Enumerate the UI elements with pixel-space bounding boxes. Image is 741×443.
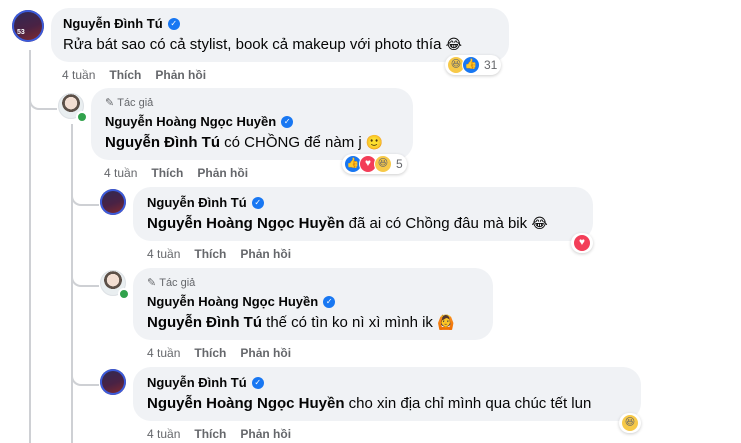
- comment-actions: 4 tuần Thích Phản hồi: [104, 166, 248, 180]
- comment-actions: 4 tuần Thích Phản hồi: [147, 247, 291, 261]
- comment-text: Nguyễn Đình Tú thế có tìn ko nì xì mình …: [147, 314, 455, 331]
- comment-author[interactable]: Nguyễn Hoàng Ngọc Huyền ✓: [105, 114, 294, 129]
- comment-bubble: Nguyễn Đình Tú ✓ Nguyễn Hoàng Ngọc Huyền…: [133, 367, 641, 421]
- comment-author[interactable]: Nguyễn Hoàng Ngọc Huyền ✓: [147, 294, 336, 309]
- thread-line-root: [29, 50, 31, 443]
- mention-link[interactable]: Nguyễn Đình Tú: [105, 134, 220, 151]
- reaction-summary[interactable]: 👍 ♥ 😆 5: [342, 154, 407, 174]
- verified-badge-icon: ✓: [323, 295, 336, 308]
- pencil-icon: ✎: [105, 97, 115, 109]
- verified-badge-icon: ✓: [167, 17, 180, 30]
- reaction-count: 31: [484, 58, 498, 72]
- like-reaction-icon: 👍: [462, 56, 480, 74]
- reply-button[interactable]: Phản hồi: [240, 427, 291, 441]
- comment-author[interactable]: Nguyễn Đình Tú ✓: [147, 195, 264, 210]
- mention-link[interactable]: Nguyễn Đình Tú: [147, 314, 262, 331]
- comment-bubble: ✎ Tác giả Nguyễn Hoàng Ngọc Huyền ✓ Nguy…: [91, 88, 413, 160]
- reaction-summary[interactable]: 😆 👍 31: [445, 55, 502, 75]
- like-button[interactable]: Thích: [194, 247, 226, 261]
- verified-badge-icon: ✓: [251, 376, 264, 389]
- reply-button[interactable]: Phản hồi: [155, 68, 206, 82]
- haha-reaction-icon: 😆: [621, 414, 639, 432]
- like-button[interactable]: Thích: [109, 68, 141, 82]
- avatar-story-ring: [100, 369, 126, 395]
- comment-time[interactable]: 4 tuần: [147, 247, 180, 261]
- comment-time[interactable]: 4 tuần: [62, 68, 95, 82]
- comment-bubble: Nguyễn Đình Tú ✓ Nguyễn Hoàng Ngọc Huyền…: [133, 187, 593, 241]
- reaction-count: 5: [396, 157, 403, 171]
- like-button[interactable]: Thích: [194, 427, 226, 441]
- mention-link[interactable]: Nguyễn Hoàng Ngọc Huyền: [147, 395, 345, 412]
- comment-bubble: ✎ Tác giả Nguyễn Hoàng Ngọc Huyền ✓ Nguy…: [133, 268, 493, 340]
- author-tag: ✎ Tác giả: [105, 96, 154, 110]
- mention-link[interactable]: Nguyễn Hoàng Ngọc Huyền: [147, 215, 345, 232]
- comment-text: Rửa bát sao có cả stylist, book cả makeu…: [63, 36, 462, 53]
- like-button[interactable]: Thích: [151, 166, 183, 180]
- avatar[interactable]: [100, 369, 126, 395]
- comment-author[interactable]: Nguyễn Đình Tú ✓: [63, 16, 180, 31]
- avatar-badge-number: 53: [17, 29, 25, 36]
- emoji: 😂: [445, 36, 462, 52]
- reply-button[interactable]: Phản hồi: [197, 166, 248, 180]
- verified-badge-icon: ✓: [251, 196, 264, 209]
- avatar[interactable]: 53: [12, 10, 44, 42]
- avatar-story-ring: [12, 10, 44, 42]
- like-button[interactable]: Thích: [194, 346, 226, 360]
- verified-badge-icon: ✓: [281, 115, 294, 128]
- comment-text: Nguyễn Hoàng Ngọc Huyền cho xin địa chỉ …: [147, 395, 592, 412]
- comment-actions: 4 tuần Thích Phản hồi: [62, 68, 206, 82]
- comment-text: Nguyễn Hoàng Ngọc Huyền đã ai có Chồng đ…: [147, 215, 548, 232]
- comment-time[interactable]: 4 tuần: [147, 427, 180, 441]
- comment-time[interactable]: 4 tuần: [104, 166, 137, 180]
- thread-curve-reply2: [71, 178, 99, 206]
- thread-curve-reply1: [29, 82, 57, 110]
- reply-button[interactable]: Phản hồi: [240, 346, 291, 360]
- comment-author[interactable]: Nguyễn Đình Tú ✓: [147, 375, 264, 390]
- comment-actions: 4 tuần Thích Phản hồi: [147, 427, 291, 441]
- reply-button[interactable]: Phản hồi: [240, 247, 291, 261]
- author-tag: ✎ Tác giả: [147, 276, 196, 290]
- pencil-icon: ✎: [147, 277, 157, 289]
- avatar[interactable]: [100, 189, 126, 215]
- comment-bubble: Nguyễn Đình Tú ✓ Rửa bát sao có cả styli…: [51, 8, 509, 62]
- reaction-summary[interactable]: ♥: [571, 233, 593, 253]
- avatar-story-ring: [100, 189, 126, 215]
- love-reaction-icon: ♥: [573, 234, 591, 252]
- comment-time[interactable]: 4 tuần: [147, 346, 180, 360]
- thread-curve-reply4: [71, 358, 99, 386]
- emoji: 🙆: [437, 314, 455, 330]
- reaction-summary[interactable]: 😆: [619, 413, 641, 433]
- online-status-dot: [76, 111, 88, 123]
- thread-curve-reply3: [71, 259, 99, 287]
- emoji: 😂: [531, 215, 548, 231]
- comment-actions: 4 tuần Thích Phản hồi: [147, 346, 291, 360]
- emoji: 🙂: [365, 134, 384, 150]
- online-status-dot: [118, 288, 130, 300]
- comment-text: Nguyễn Đình Tú có CHỒNG để nàm j 🙂: [105, 134, 384, 151]
- haha-reaction-icon: 😆: [374, 155, 392, 173]
